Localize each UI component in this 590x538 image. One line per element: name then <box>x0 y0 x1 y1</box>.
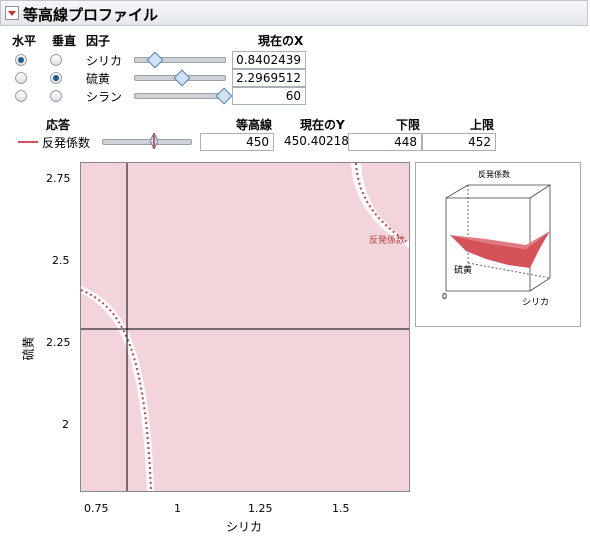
header-factor: 因子 <box>86 34 111 48</box>
response-slider-thumb[interactable] <box>149 131 159 151</box>
factor-slider-thumb[interactable] <box>215 87 233 105</box>
x-axis-label: シリカ <box>226 520 263 534</box>
response-name: 反発係数 <box>42 136 91 150</box>
cube-back-edges <box>445 184 552 199</box>
factor-value-field[interactable]: 60 <box>232 87 306 105</box>
factor-name: シリカ <box>86 54 123 68</box>
x-tick-label: 1.25 <box>248 502 273 515</box>
vertical-radio[interactable] <box>50 54 62 66</box>
factor-name: シラン <box>86 90 123 104</box>
header-contour: 等高線 <box>236 118 273 132</box>
response-legend-line <box>18 141 38 143</box>
contour-plot[interactable]: 反発係数 <box>80 162 410 492</box>
surface-axis-origin: 0 <box>442 292 448 301</box>
contour-label: 反発係数 <box>369 236 406 246</box>
header-upper: 上限 <box>470 118 495 132</box>
y-tick-label: 2.5 <box>52 254 70 267</box>
contour-value-field[interactable]: 450 <box>200 133 274 151</box>
factor-value-field[interactable]: 0.8402439 <box>232 51 306 69</box>
x-tick-label: 1 <box>174 502 181 515</box>
y-tick-label: 2 <box>62 418 69 431</box>
title-bar: 等高線プロファイル <box>0 0 588 26</box>
surface-axis-y: 硫黄 <box>454 266 473 276</box>
header-lower: 下限 <box>396 118 421 132</box>
vertical-radio[interactable] <box>50 72 62 84</box>
contour-curve-left <box>81 286 154 491</box>
factor-slider-thumb[interactable] <box>173 69 191 87</box>
panel-title: 等高線プロファイル <box>23 6 159 24</box>
header-horizontal: 水平 <box>12 34 37 48</box>
header-current-y: 現在のY <box>300 118 345 132</box>
disclosure-triangle-icon[interactable] <box>5 6 19 20</box>
y-tick-label: 2.75 <box>46 172 71 185</box>
header-response: 応答 <box>46 118 71 132</box>
current-y-value: 450.40218 <box>284 134 349 148</box>
horizontal-radio[interactable] <box>15 72 27 84</box>
factor-slider-track[interactable] <box>134 93 226 99</box>
x-tick-label: 0.75 <box>84 502 109 515</box>
y-tick-label: 2.25 <box>46 336 71 349</box>
upper-limit-field[interactable]: 452 <box>422 133 496 151</box>
y-axis-label: 硫黄 <box>21 336 36 361</box>
surface-axis-x: シリカ <box>522 298 550 308</box>
lower-limit-field[interactable]: 448 <box>348 133 422 151</box>
header-vertical: 垂直 <box>52 34 77 48</box>
response-slider-track[interactable] <box>102 139 192 145</box>
factor-value-field[interactable]: 2.2969512 <box>232 69 306 87</box>
surface-plot-panel[interactable]: 反発係数 硫黄 0 シリカ <box>415 162 581 327</box>
x-tick-label: 1.5 <box>332 502 350 515</box>
factor-slider-thumb[interactable] <box>146 51 164 69</box>
header-current-x: 現在のX <box>258 34 304 48</box>
factor-name: 硫黄 <box>86 72 111 86</box>
horizontal-radio[interactable] <box>15 54 27 66</box>
horizontal-radio[interactable] <box>15 90 27 102</box>
vertical-radio[interactable] <box>50 90 62 102</box>
